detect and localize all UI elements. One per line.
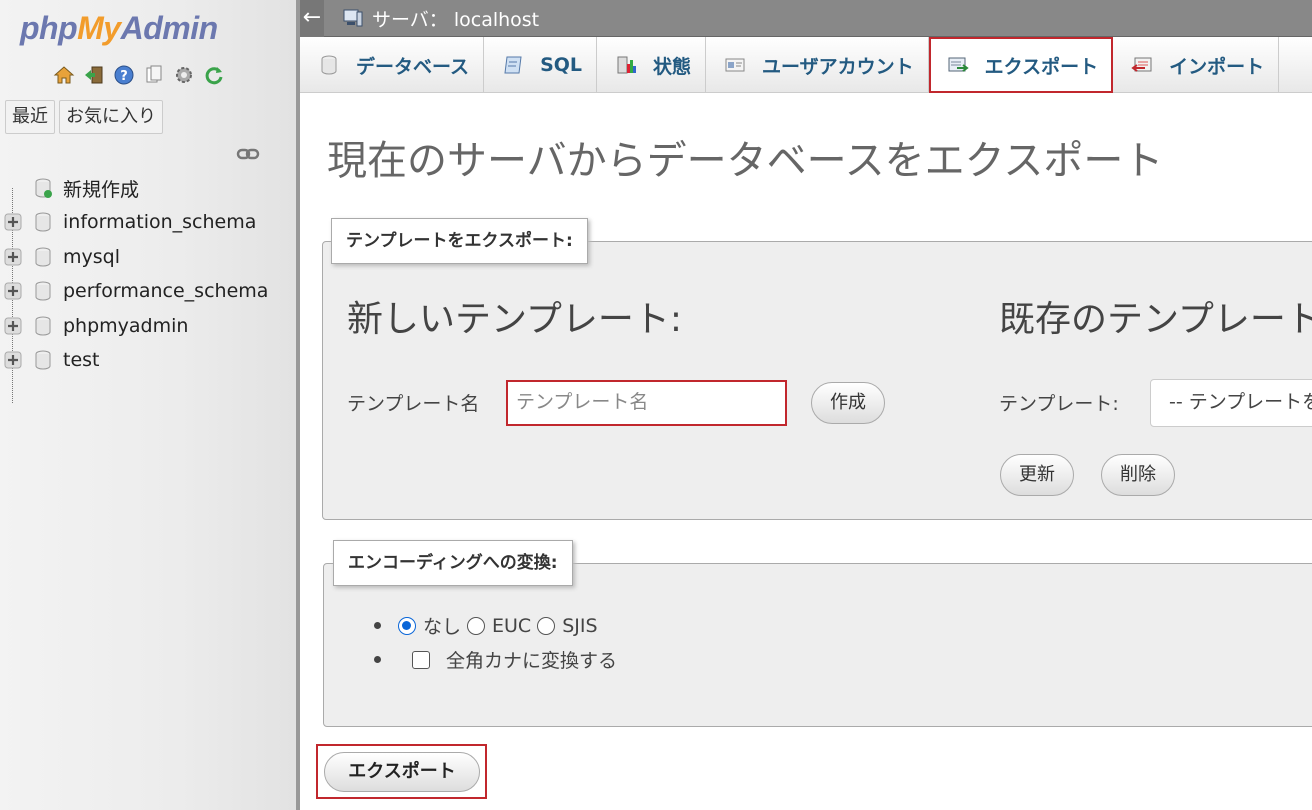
- template-select-label: テンプレート:: [999, 393, 1119, 415]
- tree-item-phpmyadmin[interactable]: phpmyadmin: [0, 309, 296, 343]
- recent-favorites-tabs: 最近 お気に入り: [5, 100, 163, 134]
- favorites-button[interactable]: お気に入り: [59, 100, 163, 134]
- tab-export[interactable]: エクスポート: [928, 37, 1114, 93]
- encoding-euc-label[interactable]: EUC: [492, 615, 531, 637]
- database-icon: [35, 212, 51, 232]
- server-icon: [343, 9, 363, 27]
- encoding-none-label[interactable]: なし: [423, 612, 461, 639]
- create-template-button[interactable]: 作成: [811, 382, 885, 424]
- database-icon: [35, 247, 51, 267]
- encoding-legend: エンコーディングへの変換:: [333, 540, 573, 586]
- phpmyadmin-logo[interactable]: phpMyAdmin: [20, 10, 218, 47]
- svg-text:?: ?: [120, 69, 128, 84]
- expand-icon[interactable]: [4, 282, 22, 300]
- page-title: 現在のサーバからデータベースをエクスポート: [327, 138, 1164, 184]
- expand-icon[interactable]: [4, 248, 22, 266]
- tab-sql[interactable]: SQL: [484, 37, 598, 93]
- main-menu: データベース SQL 状態 ユーザアカウント エクスポート インポート: [300, 37, 1312, 93]
- template-select[interactable]: -- テンプレートを選択 --: [1150, 379, 1312, 427]
- export-button-highlight: エクスポート: [316, 744, 487, 799]
- expand-icon[interactable]: [4, 317, 22, 335]
- navigation-icons: ?: [53, 64, 225, 86]
- breadcrumb-server[interactable]: サーバ： localhost: [372, 5, 539, 32]
- database-icon: [35, 281, 51, 301]
- database-icon: [321, 55, 337, 75]
- collapse-sidebar-button[interactable]: ←: [300, 0, 324, 37]
- encoding-fieldset: [323, 563, 1312, 727]
- tree-item-mysql[interactable]: mysql: [0, 240, 296, 274]
- exit-icon[interactable]: [83, 64, 105, 86]
- tree-item-information-schema[interactable]: information_schema: [0, 205, 296, 239]
- help-icon[interactable]: ?: [113, 64, 135, 86]
- kana-convert-label[interactable]: 全角カナに変換する: [446, 646, 617, 673]
- tab-status[interactable]: 状態: [597, 37, 707, 93]
- tab-databases[interactable]: データベース: [300, 37, 485, 93]
- export-icon: [948, 57, 969, 72]
- list-bullet: [374, 622, 381, 629]
- link-icon[interactable]: [236, 146, 260, 162]
- encoding-sjis-radio[interactable]: [537, 616, 556, 635]
- home-icon[interactable]: [53, 64, 75, 86]
- tree-item-performance-schema[interactable]: performance_schema: [0, 274, 296, 308]
- tree-item-new[interactable]: 新規作成: [0, 171, 296, 205]
- export-templates-legend: テンプレートをエクスポート:: [331, 218, 588, 264]
- breadcrumb-bar: ← サーバ： localhost: [300, 0, 1312, 37]
- update-template-button[interactable]: 更新: [1000, 454, 1074, 496]
- new-template-title: 新しいテンプレート:: [347, 299, 683, 340]
- database-icon: [35, 350, 51, 370]
- status-icon: [617, 56, 637, 74]
- settings-icon[interactable]: [173, 64, 195, 86]
- documentation-icon[interactable]: [143, 64, 165, 86]
- tab-import[interactable]: インポート: [1113, 37, 1280, 93]
- navigation-sidebar: phpMyAdmin ? 最近 お気に入り 新規作成 information_s…: [0, 0, 296, 810]
- tab-user-accounts[interactable]: ユーザアカウント: [706, 37, 929, 93]
- encoding-none-radio[interactable]: [398, 616, 416, 635]
- template-name-input[interactable]: テンプレート名: [506, 380, 787, 426]
- encoding-options-row: なし EUC SJIS: [374, 612, 604, 639]
- delete-template-button[interactable]: 削除: [1101, 454, 1175, 496]
- user-accounts-icon: [725, 58, 745, 72]
- export-button[interactable]: エクスポート: [324, 752, 480, 792]
- expand-icon[interactable]: [4, 351, 22, 369]
- new-database-icon: [35, 178, 52, 198]
- kana-option-row: 全角カナに変換する: [374, 646, 617, 673]
- reload-icon[interactable]: [203, 64, 225, 86]
- kana-convert-checkbox[interactable]: [412, 650, 430, 669]
- list-bullet: [374, 656, 381, 663]
- encoding-sjis-label[interactable]: SJIS: [562, 615, 597, 637]
- tree-item-test[interactable]: test: [0, 343, 296, 377]
- sql-icon: [504, 56, 522, 74]
- template-name-label: テンプレート名: [347, 393, 480, 415]
- import-icon: [1131, 57, 1152, 72]
- expand-icon[interactable]: [4, 213, 22, 231]
- recent-button[interactable]: 最近: [5, 100, 55, 134]
- sidebar-resize-handle[interactable]: [296, 0, 300, 810]
- encoding-euc-radio[interactable]: [467, 616, 486, 635]
- database-icon: [35, 316, 51, 336]
- existing-template-title: 既存のテンプレート:: [999, 299, 1312, 340]
